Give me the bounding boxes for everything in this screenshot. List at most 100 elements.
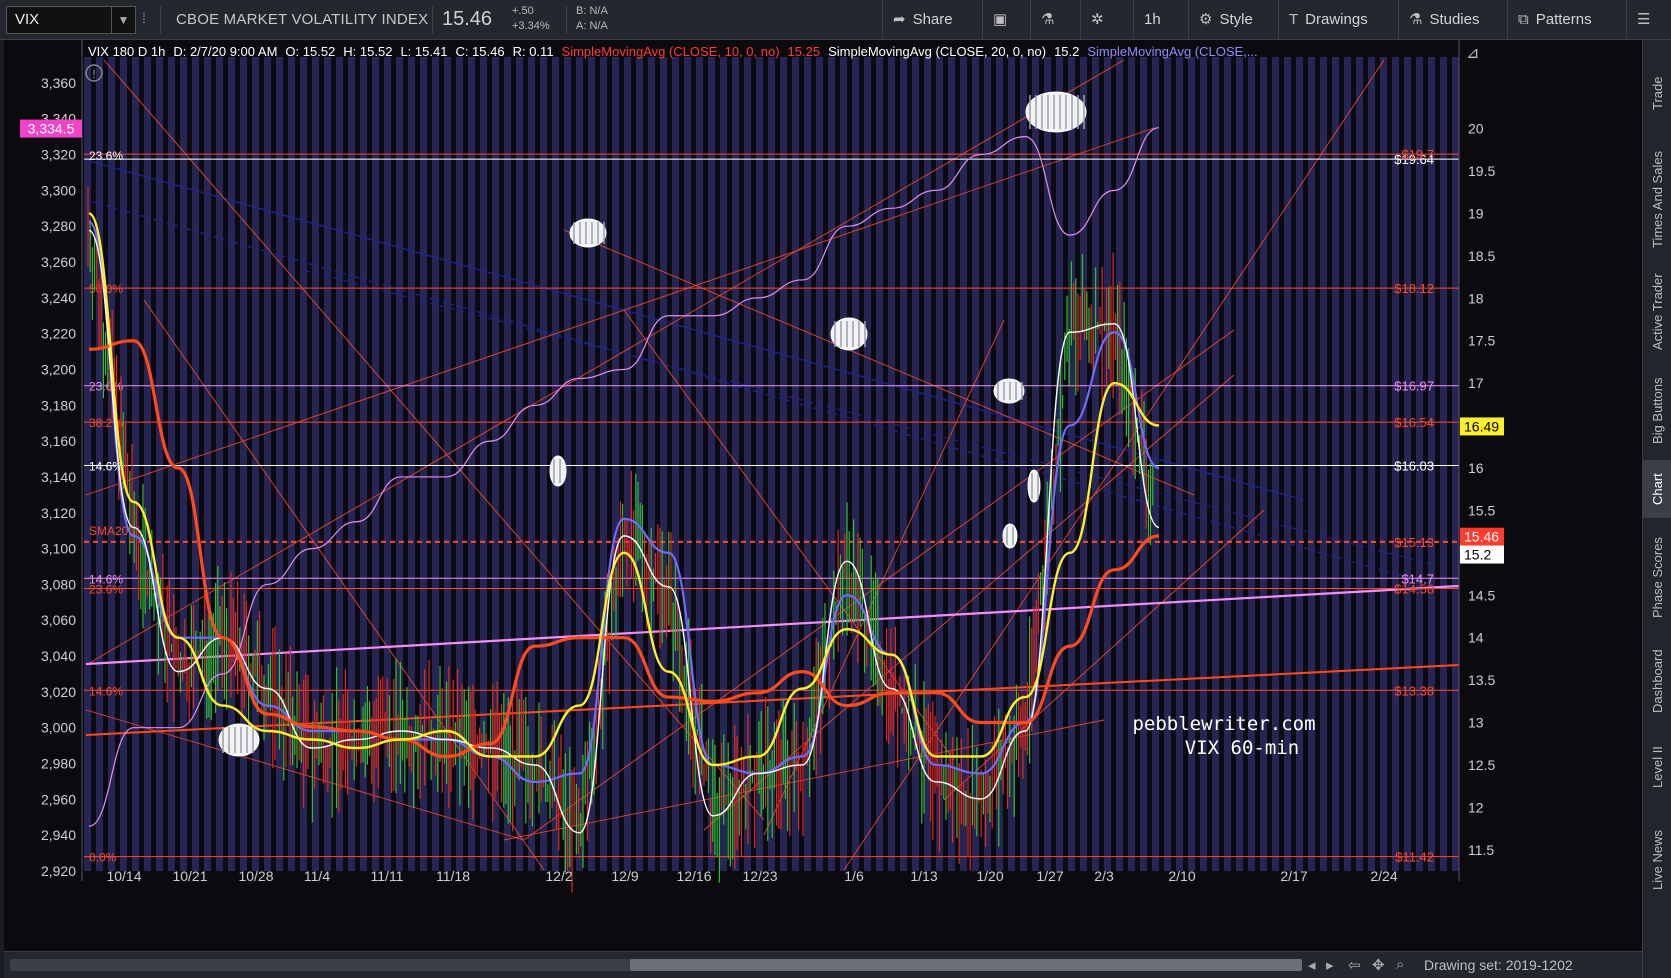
chart-legend: VIX 180 D 1h D: 2/7/20 9:00 AM O: 15.52 H: … bbox=[88, 43, 1266, 61]
x-axis-tick: 10/28 bbox=[238, 868, 273, 884]
left-axis-tick: 3,360 bbox=[41, 75, 76, 91]
session-stripe bbox=[732, 57, 739, 871]
last-price: 15.46 bbox=[442, 8, 493, 30]
sidebar-tab-chart[interactable]: Chart bbox=[1643, 460, 1671, 518]
style-label: Style bbox=[1219, 11, 1253, 28]
drawing-set-label[interactable]: Drawing set: 2019-1202 bbox=[1424, 957, 1573, 973]
x-axis-tick: 2/10 bbox=[1168, 868, 1195, 884]
right-axis-tick: 19.5 bbox=[1468, 163, 1495, 179]
session-stripe bbox=[1068, 57, 1075, 871]
right-sidebar: Trade Times And Sales Active Trader Big But… bbox=[1642, 40, 1671, 978]
left-axis-tick: 3,280 bbox=[41, 218, 76, 234]
menu-button[interactable]: ☰ bbox=[1626, 0, 1671, 40]
session-stripe bbox=[864, 57, 871, 871]
sidebar-tab-big-buttons[interactable]: Big Buttons bbox=[1643, 366, 1671, 456]
zoom-out-icon[interactable]: ⇦ bbox=[1348, 956, 1361, 974]
link-icon[interactable]: ⁞ bbox=[142, 10, 146, 26]
session-stripe bbox=[972, 57, 979, 871]
session-stripe bbox=[600, 57, 607, 871]
session-stripe bbox=[876, 57, 883, 871]
net-change: +.50 +3.34% bbox=[512, 4, 550, 34]
session-stripe bbox=[156, 57, 163, 871]
right-price-badge-text: 16.49 bbox=[1464, 418, 1499, 434]
legend-sma20-value: 15.2 bbox=[1054, 44, 1080, 59]
x-axis-tick: 2/3 bbox=[1094, 868, 1114, 884]
sidebar-tab-trade[interactable]: Trade bbox=[1643, 50, 1671, 136]
right-axis-tick: 16 bbox=[1468, 460, 1484, 476]
style-button[interactable]: ⚙ Style bbox=[1188, 0, 1263, 40]
session-stripe bbox=[192, 57, 199, 871]
scroll-left-icon[interactable]: ◂ bbox=[1308, 956, 1316, 974]
magnifier-icon[interactable]: ⌕ bbox=[1396, 956, 1404, 973]
studies-label: Studies bbox=[1429, 11, 1480, 28]
session-stripe bbox=[852, 57, 859, 871]
session-stripe bbox=[312, 57, 319, 871]
flask-button[interactable]: ⚗ bbox=[1030, 0, 1070, 40]
fib-label: 23.6% bbox=[89, 582, 123, 596]
timeframe-label: 1h bbox=[1144, 11, 1161, 28]
right-price-badge-text: 15.2 bbox=[1464, 547, 1491, 563]
x-axis-tick: 11/4 bbox=[304, 868, 330, 884]
x-axis-tick: 10/21 bbox=[172, 868, 207, 884]
left-axis-tick: 3,120 bbox=[41, 505, 76, 521]
highlight-marker bbox=[549, 455, 567, 487]
chart-area[interactable]: $19.64 $19.7 $18.12 $16.97 $16.54 $16.03 $15.1… bbox=[4, 40, 1642, 978]
right-axis-tick: 13 bbox=[1468, 715, 1484, 731]
session-stripe bbox=[396, 57, 403, 871]
highlight-marker bbox=[569, 218, 607, 248]
highlight-marker bbox=[1025, 91, 1087, 133]
drawings-button[interactable]: T Drawings bbox=[1278, 0, 1378, 40]
scroll-right-icon[interactable]: ▸ bbox=[1326, 956, 1334, 974]
snapshot-button[interactable]: ▣ bbox=[982, 0, 1022, 40]
session-stripe bbox=[1440, 57, 1447, 871]
session-stripe bbox=[180, 57, 187, 871]
session-stripe bbox=[1164, 57, 1171, 871]
x-axis-tick: 1/20 bbox=[976, 868, 1003, 884]
horizontal-scroll-track[interactable] bbox=[10, 959, 1302, 971]
right-axis-tick: 17.5 bbox=[1468, 333, 1495, 349]
left-axis-tick: 3,040 bbox=[41, 648, 76, 664]
x-axis-tick: 11/18 bbox=[436, 868, 470, 884]
fib-label: 23.6% bbox=[89, 149, 123, 163]
drawings-icon: T bbox=[1289, 11, 1299, 28]
session-stripe bbox=[828, 57, 835, 871]
x-axis-tick: 12/2 bbox=[545, 868, 572, 884]
sidebar-tab-active-trader[interactable]: Active Trader bbox=[1643, 262, 1671, 362]
right-axis-tick: 14.5 bbox=[1468, 587, 1495, 603]
x-axis-tick: 11/11 bbox=[371, 868, 404, 884]
price-chart[interactable]: $19.64$19.7$18.12$16.97$16.54$16.03$15.1… bbox=[4, 40, 1642, 951]
share-label: Share bbox=[912, 11, 953, 28]
x-axis-tick: 1/27 bbox=[1036, 868, 1063, 884]
horizontal-scroll-thumb[interactable] bbox=[630, 959, 1302, 971]
session-stripe bbox=[1344, 57, 1351, 871]
legend-close: C: 15.46 bbox=[455, 44, 505, 59]
timeframe-button[interactable]: 1h bbox=[1133, 0, 1171, 40]
highlight-marker bbox=[830, 317, 868, 351]
studies-button[interactable]: ⚗ Studies bbox=[1398, 0, 1490, 40]
drawings-label: Drawings bbox=[1305, 11, 1368, 28]
share-button[interactable]: ➦ Share bbox=[882, 0, 963, 40]
legend-sma20: SimpleMovingAvg (CLOSE, 20, 0, no) bbox=[828, 44, 1047, 59]
session-stripe bbox=[1368, 57, 1375, 871]
legend-sma-other: SimpleMovingAvg (CLOSE,... bbox=[1087, 44, 1258, 59]
legend-header: VIX 180 D 1h bbox=[88, 44, 166, 59]
watermark-line-2: VIX 60-min bbox=[1185, 737, 1299, 759]
sidebar-tab-phase-scores[interactable]: Phase Scores bbox=[1643, 522, 1671, 634]
sidebar-tab-live-news[interactable]: Live News bbox=[1643, 810, 1671, 910]
settings-button[interactable]: ✲ bbox=[1080, 0, 1122, 40]
ask-value: A: N/A bbox=[576, 20, 608, 32]
right-axis-tick: 18.5 bbox=[1468, 248, 1495, 264]
sidebar-tab-times-and-sales[interactable]: Times And Sales bbox=[1643, 140, 1671, 258]
sidebar-tab-dashboard[interactable]: Dashboard bbox=[1643, 638, 1671, 724]
session-stripe bbox=[984, 57, 991, 871]
right-axis-tick: 12 bbox=[1468, 799, 1484, 815]
symbol-input[interactable]: VIX ▼ bbox=[6, 6, 136, 34]
patterns-button[interactable]: ⧉ Patterns bbox=[1507, 0, 1602, 40]
symbol-dropdown-icon[interactable]: ▼ bbox=[111, 7, 135, 33]
right-axis-tick: 12.5 bbox=[1468, 757, 1495, 773]
sidebar-tab-level-ii[interactable]: Level II bbox=[1643, 728, 1671, 806]
pan-icon[interactable]: ✥ bbox=[1372, 956, 1385, 974]
left-axis-tick: 2,980 bbox=[41, 756, 76, 772]
session-stripe bbox=[1080, 57, 1087, 871]
patterns-label: Patterns bbox=[1535, 11, 1592, 28]
